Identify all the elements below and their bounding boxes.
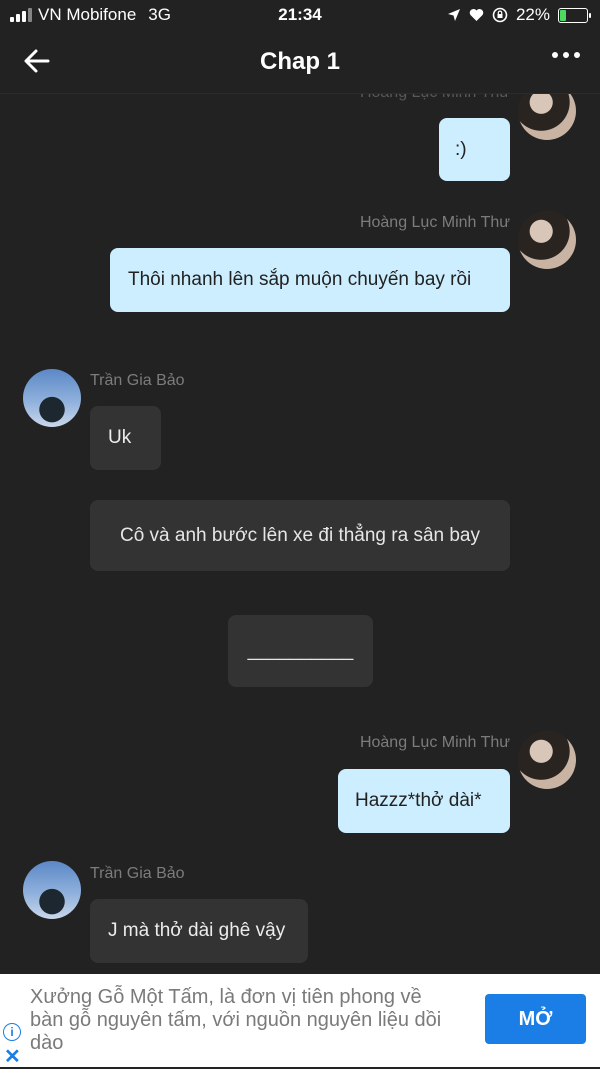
close-icon[interactable]: ✕ [4, 1044, 21, 1069]
battery-charging-icon [558, 7, 591, 23]
avatar[interactable] [518, 731, 576, 789]
location-icon [447, 9, 460, 21]
heart-icon [469, 9, 484, 21]
message-bubble: Hazzz*thở dài* [338, 769, 510, 833]
page-title: Chap 1 [259, 47, 340, 75]
avatar[interactable] [518, 211, 576, 269]
sender-name: Trần Gia Bảo [90, 865, 185, 882]
status-right: 22% [447, 5, 591, 25]
chat-thread: Hoàng Lục Minh Thư :) Hoàng Lục Minh Thư… [0, 94, 600, 974]
message-bubble: J mà thở dài ghê vậy [90, 899, 308, 963]
separator-bubble: __________ [228, 615, 373, 687]
message-bubble: Thôi nhanh lên sắp muộn chuyến bay rồi [110, 248, 510, 312]
arrow-left-icon[interactable] [20, 44, 54, 78]
message-text: J mà thở dài ghê vậy [108, 920, 286, 941]
message-bubble: :) [439, 118, 510, 181]
battery-percent: 22% [515, 5, 550, 24]
message-text: Thôi nhanh lên sắp muộn chuyến bay rồi [128, 269, 472, 290]
lock-rotation-icon [492, 7, 508, 23]
status-bar: VN Mobifone 3G 21:34 22% [0, 0, 600, 30]
sender-name: Hoàng Lục Minh Thư [360, 94, 510, 102]
avatar[interactable] [518, 94, 576, 140]
chapter-header: Chap 1 [0, 30, 600, 94]
message-text: :) [455, 138, 467, 160]
sender-name: Hoàng Lục Minh Thư [359, 214, 510, 231]
more-horizontal-icon[interactable] [552, 52, 580, 58]
avatar[interactable] [23, 369, 81, 427]
separator-text: __________ [247, 640, 354, 661]
message-text: Hazzz*thở dài* [355, 790, 482, 811]
sender-name: Trần Gia Bảo [90, 372, 185, 389]
message-text: Uk [108, 427, 132, 448]
narration-bubble: Cô và anh bước lên xe đi thẳng ra sân ba… [90, 500, 510, 571]
avatar[interactable] [23, 861, 81, 919]
info-icon[interactable]: i [3, 1023, 21, 1041]
ad-banner[interactable]: Xưởng Gỗ Một Tấm, là đơn vị tiên phong v… [0, 974, 600, 1069]
sender-name: Hoàng Lục Minh Thư [359, 734, 510, 751]
message-bubble: Uk [90, 406, 161, 470]
ad-text[interactable]: Xưởng Gỗ Một Tấm, là đơn vị tiên phong v… [30, 986, 460, 1055]
ad-open-button[interactable]: MỞ [485, 994, 586, 1044]
narration-text: Cô và anh bước lên xe đi thẳng ra sân ba… [119, 524, 480, 546]
